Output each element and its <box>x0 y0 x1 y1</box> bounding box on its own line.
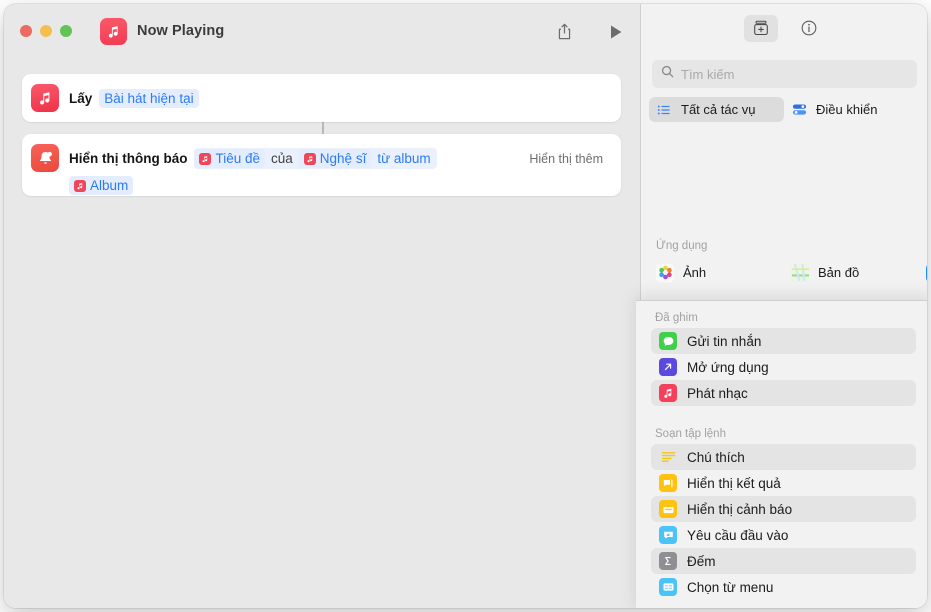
list-item-ask-for-input[interactable]: Yêu cầu đầu vào <box>651 522 916 548</box>
sliders-icon <box>791 102 807 118</box>
token-text: Tiêu đề <box>215 151 261 166</box>
share-button[interactable] <box>550 18 578 46</box>
action-card-show-notification[interactable]: Hiển thị thông báo Tiêu đề của Nghệ sĩ t… <box>22 134 621 196</box>
action-content: Lấy Bài hát hiện tại <box>69 89 199 108</box>
parameter-token-artist[interactable]: Nghệ sĩ <box>298 149 372 168</box>
parameter-token-album[interactable]: Album <box>69 176 134 195</box>
close-button[interactable] <box>20 25 32 37</box>
parameter-token-current-song[interactable]: Bài hát hiện tại <box>99 89 199 108</box>
list-item-label: Mở ứng dụng <box>687 359 769 375</box>
tab-info[interactable] <box>792 15 826 42</box>
zoom-button[interactable] <box>60 25 72 37</box>
sidebar-item-maps[interactable]: Bản đồ <box>784 259 919 286</box>
list-item-choose-from-menu[interactable]: Chọn từ menu <box>651 574 916 600</box>
sidebar-item-label: Ảnh <box>683 265 707 280</box>
list-item-label: Chọn từ menu <box>687 579 774 595</box>
workflow-canvas: Lấy Bài hát hiện tại Hiển thị thông báo … <box>4 60 640 608</box>
search-input[interactable] <box>681 66 908 82</box>
list-item-comment[interactable]: Chú thích <box>651 444 916 470</box>
sidebar-item-label: Tất cả tác vụ <box>681 102 756 117</box>
minimize-button[interactable] <box>40 25 52 37</box>
list-item-open-app[interactable]: Mở ứng dụng <box>651 354 916 380</box>
sidebar-item-photos[interactable]: Ảnh <box>649 259 784 286</box>
sidebar-item-app-store[interactable]: App Store <box>919 259 927 286</box>
sidebar-item-all-actions[interactable]: Tất cả tác vụ <box>649 97 784 122</box>
list-icon <box>656 102 672 118</box>
pinned-section-header: Đã ghim <box>655 312 698 324</box>
app-store-icon <box>926 263 927 282</box>
token-text: Nghệ sĩ <box>319 151 367 166</box>
pinned-section: Đã ghim Gửi tin nhắn Mở ứng dụng Phát nh… <box>640 301 927 406</box>
parameter-token-title[interactable]: Tiêu đề <box>194 149 266 168</box>
list-item-play-music[interactable]: Phát nhạc <box>651 380 916 406</box>
traffic-lights <box>20 25 72 37</box>
sidebar-item-label: Bản đồ <box>818 265 860 280</box>
run-shortcut-button[interactable] <box>602 18 630 46</box>
music-note-icon <box>659 384 677 402</box>
music-app-icon <box>31 84 59 112</box>
action-label: Hiển thị thông báo <box>69 151 188 166</box>
category-grid: Tất cả tác vụ Điều khiển Vị trí <box>649 97 920 124</box>
token-text: Album <box>90 178 129 193</box>
sidebar-item-controls[interactable]: Điều khiển <box>784 97 919 122</box>
list-item-show-result[interactable]: Hiển thị kết quả <box>651 470 916 496</box>
action-suggestions-overlay: Đã ghim Gửi tin nhắn Mở ứng dụng Phát nh… <box>636 300 927 608</box>
messages-icon <box>659 332 677 350</box>
window-titlebar: Now Playing <box>4 4 640 60</box>
show-alert-icon <box>659 500 677 518</box>
comment-lines-icon <box>659 448 677 466</box>
shortcut-app-icon <box>100 18 127 45</box>
list-item-label: Phát nhạc <box>687 385 748 401</box>
search-icon <box>661 65 674 83</box>
sidebar-item-location[interactable]: Vị trí <box>919 97 927 122</box>
tab-action-library[interactable] <box>743 14 778 42</box>
parameter-phrase[interactable]: Tiêu đề của Nghệ sĩ từ album <box>194 148 437 169</box>
music-token-glyph-icon <box>303 152 316 165</box>
music-token-glyph-icon <box>74 179 86 192</box>
action-content: Hiển thị thông báo Tiêu đề của Nghệ sĩ t… <box>69 148 499 195</box>
page-title: Now Playing <box>137 23 225 39</box>
list-item-label: Hiển thị cảnh báo <box>687 501 793 517</box>
location-arrow-icon <box>926 102 927 118</box>
scripting-section-header: Soạn tập lệnh <box>655 428 726 440</box>
apps-grid: Ảnh Bản đồ <box>649 259 927 288</box>
token-text: Bài hát hiện tại <box>104 91 194 106</box>
search-field[interactable] <box>652 60 917 88</box>
open-app-icon <box>659 358 677 376</box>
list-item-count[interactable]: Đếm <box>651 548 916 574</box>
list-item-label: Đếm <box>687 553 716 569</box>
choose-menu-icon <box>659 578 677 596</box>
action-connector <box>322 122 324 134</box>
parameter-static-text-of: của <box>271 151 293 166</box>
sigma-count-icon <box>659 552 677 570</box>
list-item-label: Hiển thị kết quả <box>687 475 781 491</box>
action-card-get-current-song[interactable]: Lấy Bài hát hiện tại <box>22 74 621 122</box>
parameter-static-text-from-album: từ album <box>377 151 431 166</box>
list-item-show-alert[interactable]: Hiển thị cảnh báo <box>651 496 916 522</box>
list-item-label: Chú thích <box>687 449 745 465</box>
show-more-button[interactable]: Hiển thị thêm <box>529 152 603 166</box>
ask-input-icon <box>659 526 677 544</box>
list-item-send-message[interactable]: Gửi tin nhắn <box>651 328 916 354</box>
list-item-label: Gửi tin nhắn <box>687 333 762 349</box>
list-item-label: Yêu cầu đầu vào <box>687 527 789 543</box>
pinned-list: Gửi tin nhắn Mở ứng dụng Phát nhạc <box>640 328 927 406</box>
sidebar-item-label: Điều khiển <box>816 102 878 117</box>
overlay-content: Đã ghim Gửi tin nhắn Mở ứng dụng Phát nh… <box>640 301 927 608</box>
app-root: Now Playing Lấy Bài hát hiện tại Hiển th… <box>0 0 931 612</box>
sidebar-tab-bar <box>641 4 927 52</box>
notification-bell-icon <box>31 144 59 172</box>
scripting-list: Chú thích Hiển thị kết quả Hiển thị cảnh… <box>640 444 927 600</box>
shortcuts-window: Now Playing Lấy Bài hát hiện tại Hiển th… <box>4 4 927 608</box>
show-result-icon <box>659 474 677 492</box>
apps-section-header: Ứng dụng <box>656 240 708 252</box>
music-token-glyph-icon <box>199 152 212 165</box>
action-label: Lấy <box>69 91 93 106</box>
maps-icon <box>791 263 809 282</box>
photos-icon <box>656 263 674 282</box>
scripting-section: Soạn tập lệnh Chú thích Hiển thị kết quả… <box>640 428 927 600</box>
